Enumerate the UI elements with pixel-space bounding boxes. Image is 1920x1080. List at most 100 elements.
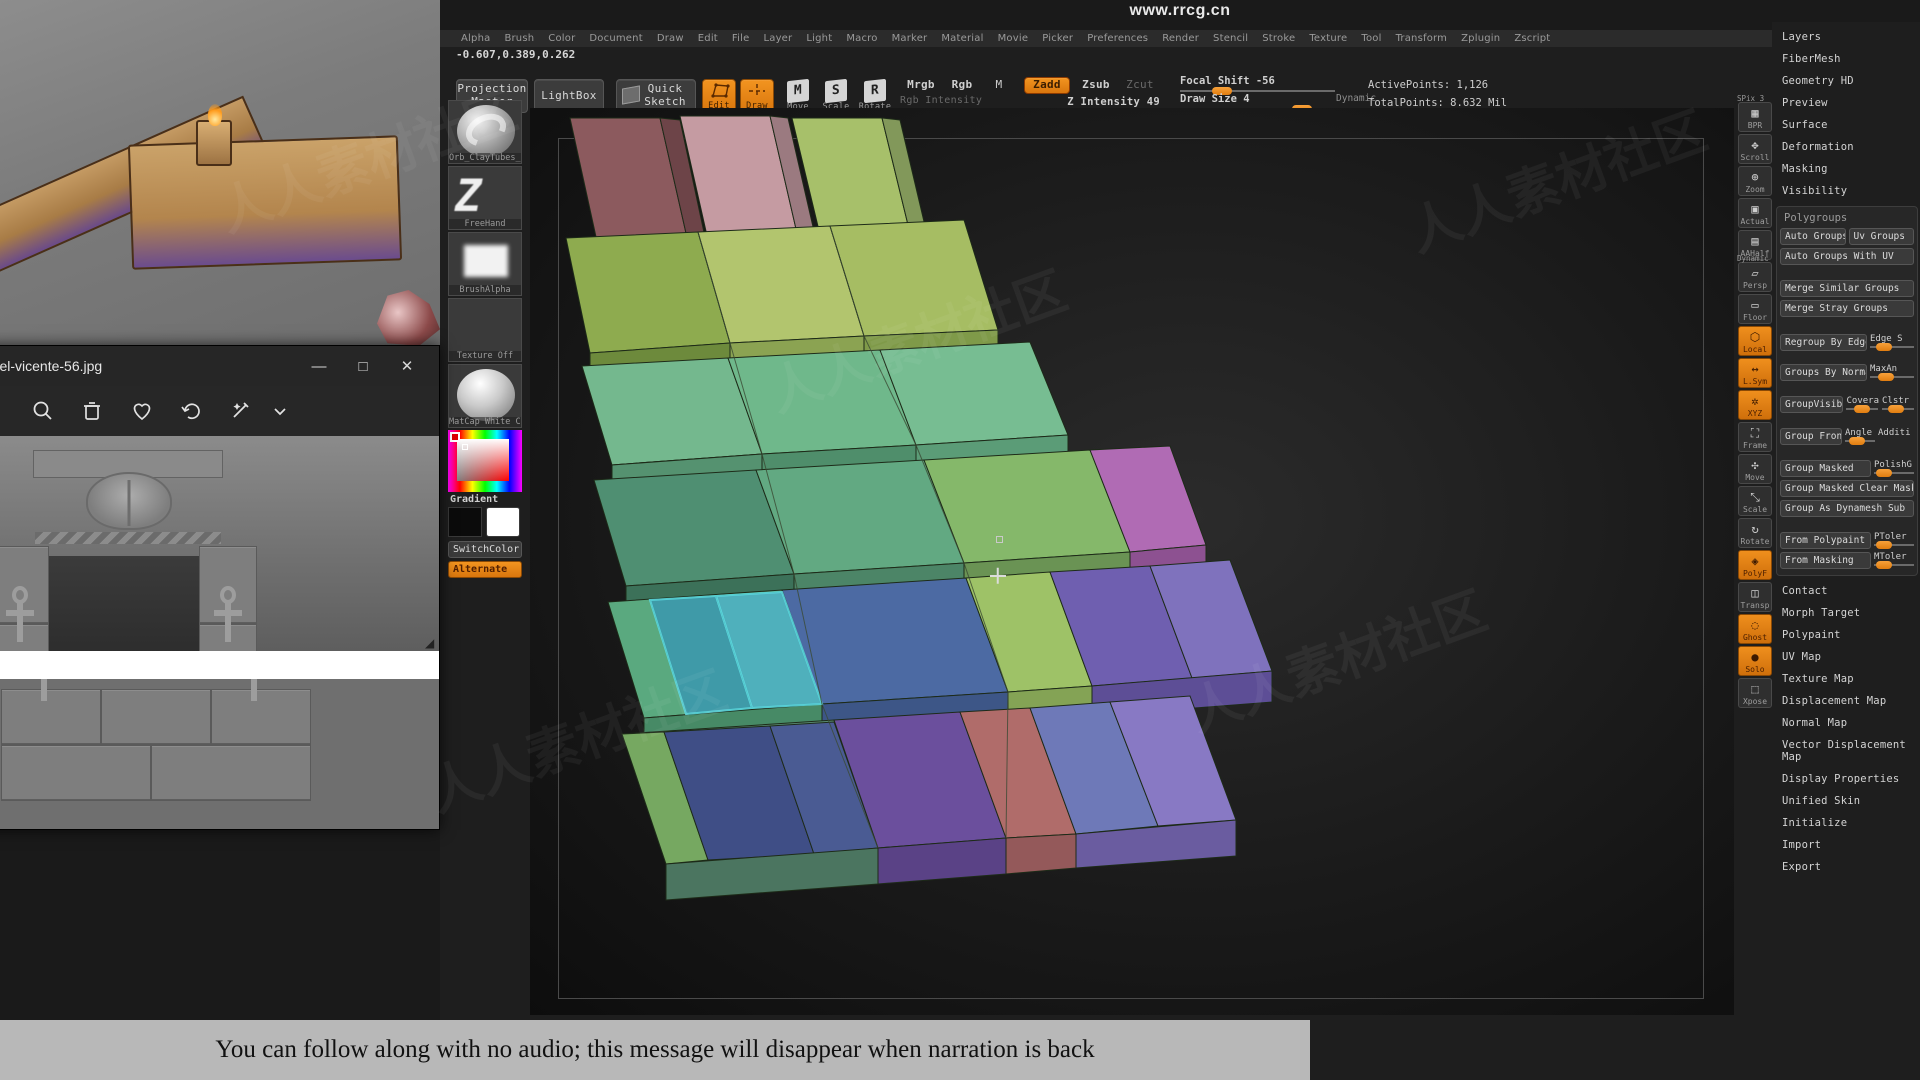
shelf-icon-l-sym[interactable]: ↔ L.Sym	[1738, 358, 1772, 388]
palette-row-normal-map[interactable]: Normal Map	[1776, 712, 1920, 734]
menu-item-brush[interactable]: Brush	[497, 32, 541, 45]
additive-toggle[interactable]: Additi	[1878, 428, 1911, 438]
regroup-by-edges-button[interactable]: Regroup By Edges	[1780, 334, 1867, 351]
palette-row-morph-target[interactable]: Morph Target	[1776, 602, 1920, 624]
palette-row-geometry-hd[interactable]: Geometry HD	[1776, 70, 1920, 92]
group-masked-button[interactable]: Group Masked	[1780, 460, 1871, 477]
focal-shift-slider[interactable]: Focal Shift -56	[1180, 75, 1335, 95]
max-angle-slider[interactable]: MaxAn	[1870, 364, 1914, 381]
coverage-slider[interactable]: Covera	[1846, 396, 1879, 413]
zsub-button[interactable]: Zsub	[1076, 77, 1116, 94]
merge-similar-groups-button[interactable]: Merge Similar Groups	[1780, 280, 1914, 297]
shelf-icon-local[interactable]: ⬡ Local	[1738, 326, 1772, 356]
primary-color-swatch[interactable]	[448, 507, 482, 537]
menubar[interactable]: Alpha Brush Color Document Draw Edit File Layer…	[440, 30, 1920, 47]
rotate-icon[interactable]	[167, 386, 217, 436]
z-intensity-slider[interactable]: Z Intensity 49	[1000, 95, 1160, 109]
menu-item-stencil[interactable]: Stencil	[1206, 32, 1255, 45]
shelf-icon-persp[interactable]: ▱ Persp Dynamic	[1737, 254, 1772, 292]
palette-row-import[interactable]: Import	[1776, 834, 1920, 856]
rgb-button[interactable]: Rgb	[944, 77, 980, 93]
shelf-icon-zoom[interactable]: ⊕ Zoom	[1738, 166, 1772, 196]
delete-icon[interactable]	[67, 386, 117, 436]
favorite-icon[interactable]	[117, 386, 167, 436]
auto-groups-with-uv-button[interactable]: Auto Groups With UV	[1780, 248, 1914, 265]
palette-row-surface[interactable]: Surface	[1776, 114, 1920, 136]
menu-item-marker[interactable]: Marker	[885, 32, 935, 45]
uv-groups-button[interactable]: Uv Groups	[1848, 228, 1914, 245]
photos-titlebar[interactable]: tos - michael-vicente-56.jpg — □ ✕	[0, 346, 439, 386]
zadd-button[interactable]: Zadd	[1024, 77, 1070, 94]
photos-window[interactable]: tos - michael-vicente-56.jpg — □ ✕	[0, 345, 440, 830]
secondary-color-swatch[interactable]	[486, 507, 520, 537]
brush-thumbnail[interactable]: Orb_ClayTubes_S	[448, 100, 522, 164]
resize-grip[interactable]: ◢	[425, 637, 437, 649]
group-visible-button[interactable]: GroupVisible	[1780, 396, 1844, 413]
zcut-button[interactable]: Zcut	[1122, 77, 1158, 94]
mrgb-button[interactable]: Mrgb	[900, 77, 942, 93]
3d-viewport[interactable]	[530, 108, 1734, 1015]
palette-row-texture-map[interactable]: Texture Map	[1776, 668, 1920, 690]
switch-color-button[interactable]: SwitchColor	[448, 541, 522, 558]
from-polypaint-button[interactable]: From Polypaint	[1780, 532, 1871, 549]
menu-item-movie[interactable]: Movie	[991, 32, 1036, 45]
menu-item-preferences[interactable]: Preferences	[1080, 32, 1155, 45]
palette-row-visibility[interactable]: Visibility	[1776, 180, 1920, 202]
shelf-icon-transp[interactable]: ◫ Transp	[1738, 582, 1772, 612]
group-masked-clear-mask-button[interactable]: Group Masked Clear Mask	[1780, 480, 1914, 497]
menu-item-layer[interactable]: Layer	[756, 32, 799, 45]
close-button[interactable]: ✕	[385, 346, 429, 386]
material-thumbnail[interactable]: MatCap White Ca	[448, 364, 522, 428]
menu-item-light[interactable]: Light	[799, 32, 839, 45]
palette-row-initialize[interactable]: Initialize	[1776, 812, 1920, 834]
minimize-button[interactable]: —	[297, 346, 341, 386]
shelf-icon-xyz[interactable]: ✲ XYZ	[1738, 390, 1772, 420]
shelf-icon-polyf[interactable]: ◈ PolyF	[1738, 550, 1772, 580]
shelf-icon-frame[interactable]: ⛶ Frame	[1738, 422, 1772, 452]
polish-slider[interactable]: PolishG	[1874, 460, 1914, 477]
menu-item-alpha[interactable]: Alpha	[454, 32, 497, 45]
palette-row-masking[interactable]: Masking	[1776, 158, 1920, 180]
menu-item-transform[interactable]: Transform	[1389, 32, 1455, 45]
shelf-icon-ghost[interactable]: ◌ Ghost	[1738, 614, 1772, 644]
shelf-icon-floor[interactable]: ▭ Floor	[1738, 294, 1772, 324]
maximize-button[interactable]: □	[341, 346, 385, 386]
shelf-icon-scroll[interactable]: ✥ Scroll	[1738, 134, 1772, 164]
group-as-dynamesh-sub-button[interactable]: Group As Dynamesh Sub	[1780, 500, 1914, 517]
palette-row-export[interactable]: Export	[1776, 856, 1920, 878]
menu-item-zplugin[interactable]: Zplugin	[1454, 32, 1507, 45]
palette-row-displacement-map[interactable]: Displacement Map	[1776, 690, 1920, 712]
enhance-icon[interactable]	[217, 386, 267, 436]
menu-item-color[interactable]: Color	[541, 32, 582, 45]
menu-item-stroke[interactable]: Stroke	[1255, 32, 1302, 45]
group-front-button[interactable]: Group Front	[1780, 428, 1842, 445]
ptoler-slider[interactable]: PToler	[1874, 532, 1914, 549]
alternate-button[interactable]: Alternate	[448, 561, 522, 578]
zoom-icon[interactable]	[17, 386, 67, 436]
palette-row-contact[interactable]: Contact	[1776, 580, 1920, 602]
clstr-slider[interactable]: Clstr	[1882, 396, 1914, 413]
auto-groups-button[interactable]: Auto Groups	[1780, 228, 1846, 245]
color-picker[interactable]	[448, 430, 522, 492]
palette-row-display-properties[interactable]: Display Properties	[1776, 768, 1920, 790]
shelf-icon-xpose[interactable]: ⬚ Xpose	[1738, 678, 1772, 708]
menu-item-tool[interactable]: Tool	[1354, 32, 1388, 45]
menu-item-render[interactable]: Render	[1155, 32, 1206, 45]
merge-stray-groups-button[interactable]: Merge Stray Groups	[1780, 300, 1914, 317]
chevron-down-icon[interactable]	[267, 386, 293, 436]
angle-slider[interactable]: Angle	[1845, 428, 1875, 445]
menu-item-edit[interactable]: Edit	[691, 32, 725, 45]
palette-row-fibermesh[interactable]: FiberMesh	[1776, 48, 1920, 70]
texture-thumbnail[interactable]: Texture Off	[448, 298, 522, 362]
stroke-thumbnail[interactable]: Z FreeHand	[448, 166, 522, 230]
m-button[interactable]: M	[988, 77, 1010, 93]
menu-item-material[interactable]: Material	[934, 32, 990, 45]
add-icon[interactable]	[0, 386, 17, 436]
menu-item-texture[interactable]: Texture	[1302, 32, 1354, 45]
menu-item-document[interactable]: Document	[582, 32, 649, 45]
shelf-icon-rotate[interactable]: ↻ Rotate	[1738, 518, 1772, 548]
palette-row-preview[interactable]: Preview	[1776, 92, 1920, 114]
from-masking-button[interactable]: From Masking	[1780, 552, 1871, 569]
rgb-intensity-slider[interactable]: Rgb Intensity	[900, 94, 1010, 108]
palette-row-layers[interactable]: Layers	[1776, 26, 1920, 48]
